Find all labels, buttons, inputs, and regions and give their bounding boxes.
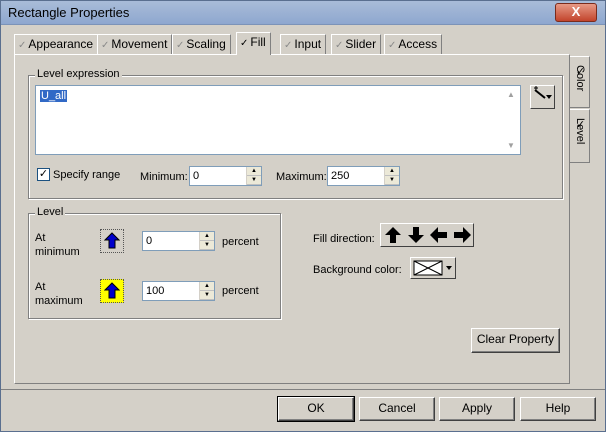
- maximum-stepper[interactable]: ▲ ▼: [384, 167, 399, 185]
- tab-check-icon: ✓: [176, 40, 185, 51]
- stepper-down-icon[interactable]: ▼: [385, 176, 399, 185]
- stepper-up-icon[interactable]: ▲: [200, 232, 214, 241]
- expression-wizard-button[interactable]: [530, 85, 555, 109]
- tab-slider[interactable]: ✓ Slider: [331, 34, 382, 54]
- maximum-field[interactable]: 250 ▲ ▼: [327, 166, 400, 186]
- percent-label-max: percent: [222, 285, 259, 297]
- tab-movement[interactable]: ✓ Movement: [97, 34, 173, 54]
- expression-scrollbar[interactable]: ▲ ▼: [504, 88, 518, 152]
- at-minimum-label-line1: At: [35, 232, 46, 244]
- scroll-up-icon[interactable]: ▲: [507, 90, 515, 99]
- specify-range-checkbox[interactable]: ✓: [37, 168, 50, 181]
- at-maximum-label-line2: maximum: [35, 295, 83, 307]
- tab-appearance[interactable]: ✓ Appearance: [14, 34, 99, 54]
- level-expression-label: Level expression: [35, 68, 122, 80]
- at-minimum-value: 0: [146, 235, 153, 247]
- at-minimum-label-line2: minimum: [35, 246, 80, 258]
- tab-check-icon: ✓: [240, 38, 249, 49]
- level-expression-input[interactable]: U_all ▲ ▼: [35, 85, 521, 155]
- side-tab-color[interactable]: ✓ Color: [570, 56, 590, 108]
- maximum-label: Maximum:: [276, 171, 327, 183]
- at-minimum-stepper[interactable]: ▲ ▼: [199, 232, 214, 250]
- at-maximum-value: 100: [146, 285, 165, 297]
- fill-up-button[interactable]: [382, 226, 404, 244]
- minimum-value: 0: [193, 170, 200, 182]
- no-color-swatch-icon: [413, 260, 452, 276]
- at-maximum-field[interactable]: 100 ▲ ▼: [142, 281, 215, 301]
- tab-check-icon: ✓: [335, 40, 344, 51]
- at-minimum-field[interactable]: 0 ▲ ▼: [142, 231, 215, 251]
- fill-direction-label: Fill direction:: [313, 233, 375, 245]
- tab-access[interactable]: ✓ Access: [384, 34, 443, 54]
- help-button[interactable]: Help: [520, 397, 596, 421]
- up-arrow-icon: [104, 232, 120, 249]
- scroll-down-icon[interactable]: ▼: [507, 141, 515, 150]
- fill-down-button[interactable]: [405, 226, 427, 244]
- title-bar[interactable]: Rectangle Properties X: [1, 1, 605, 25]
- background-color-picker[interactable]: [410, 257, 456, 279]
- tab-check-icon: ✓: [388, 40, 397, 51]
- tab-fill[interactable]: ✓ Fill: [236, 32, 271, 55]
- arrow-up-icon: [385, 227, 401, 243]
- tab-input[interactable]: ✓ Input: [280, 34, 327, 54]
- level-group-label: Level: [35, 206, 66, 218]
- stepper-up-icon[interactable]: ▲: [385, 167, 399, 176]
- at-minimum-arrow-button[interactable]: [100, 229, 124, 253]
- clear-property-button[interactable]: Clear Property: [471, 328, 560, 353]
- specify-range-label: Specify range: [53, 169, 121, 181]
- background-color-label: Background color:: [313, 264, 402, 276]
- tab-check-icon: ✓: [284, 40, 293, 51]
- level-expression-value: U_all: [40, 90, 68, 102]
- stepper-up-icon[interactable]: ▲: [247, 167, 261, 176]
- stepper-up-icon[interactable]: ▲: [200, 282, 214, 291]
- at-maximum-stepper[interactable]: ▲ ▼: [199, 282, 214, 300]
- divider: [1, 389, 605, 390]
- minimum-stepper[interactable]: ▲ ▼: [246, 167, 261, 185]
- percent-label-min: percent: [222, 236, 259, 248]
- magic-wand-icon: [534, 86, 552, 99]
- at-maximum-label-line1: At: [35, 281, 46, 293]
- tab-check-icon: ✓: [101, 40, 110, 51]
- fill-left-button[interactable]: [428, 226, 450, 244]
- up-arrow-icon: [104, 282, 120, 299]
- stepper-down-icon[interactable]: ▼: [247, 176, 261, 185]
- tab-scaling[interactable]: ✓ Scaling: [172, 34, 231, 54]
- cancel-button[interactable]: Cancel: [359, 397, 435, 421]
- tab-check-icon: ✓: [18, 40, 27, 51]
- fill-right-button[interactable]: [451, 226, 473, 244]
- close-button[interactable]: X: [555, 3, 597, 22]
- rectangle-properties-dialog: Rectangle Properties X ✓ Appearance ✓ Move…: [0, 0, 606, 432]
- at-maximum-arrow-button[interactable]: [100, 279, 124, 303]
- apply-button[interactable]: Apply: [439, 397, 515, 421]
- stepper-down-icon[interactable]: ▼: [200, 291, 214, 300]
- window-title: Rectangle Properties: [8, 5, 130, 20]
- minimum-field[interactable]: 0 ▲ ▼: [189, 166, 262, 186]
- arrow-down-icon: [408, 227, 424, 243]
- stepper-down-icon[interactable]: ▼: [200, 241, 214, 250]
- ok-button[interactable]: OK: [277, 396, 355, 422]
- fill-direction-buttons: [380, 223, 474, 247]
- maximum-value: 250: [331, 170, 350, 182]
- minimum-label: Minimum:: [140, 171, 188, 183]
- arrow-left-icon: [430, 227, 447, 243]
- arrow-right-icon: [454, 227, 471, 243]
- side-tab-level[interactable]: ✓ Level: [570, 109, 590, 163]
